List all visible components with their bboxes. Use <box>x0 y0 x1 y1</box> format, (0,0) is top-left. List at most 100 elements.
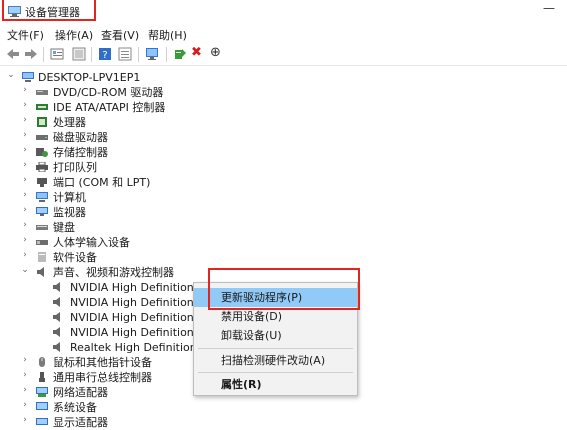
menu-file[interactable]: 文件(F) <box>7 27 44 43</box>
software-device-icon <box>38 252 46 262</box>
chevron-right-icon[interactable]: › <box>20 115 30 125</box>
chevron-right-icon[interactable]: › <box>20 160 30 170</box>
monitor-icon[interactable] <box>145 47 159 61</box>
tree-item-label: 处理器 <box>53 116 86 129</box>
tree-child-nvidia-audio-2[interactable]: NVIDIA High Definition Au <box>0 295 212 310</box>
menu-help[interactable]: 帮助(H) <box>148 27 187 43</box>
chevron-down-icon[interactable]: ⌄ <box>20 265 30 275</box>
view-icon[interactable] <box>118 47 132 61</box>
context-scan-hardware[interactable]: 扫描检测硬件改动(A) <box>194 351 357 370</box>
tree-root[interactable]: ⌄ DESKTOP-LPV1EP1 <box>0 70 300 85</box>
tree-item-software[interactable]: › 软件设备 <box>0 250 300 265</box>
menu-view[interactable]: 查看(V) <box>101 27 139 43</box>
tree-item-disk[interactable]: › 磁盘驱动器 <box>0 130 300 145</box>
storage-controller-icon <box>36 148 48 157</box>
tree-item-label: IDE ATA/ATAPI 控制器 <box>53 101 166 114</box>
chevron-right-icon[interactable]: › <box>20 145 30 155</box>
tree-item-ide[interactable]: › IDE ATA/ATAPI 控制器 <box>0 100 300 115</box>
disk-drive-icon <box>36 135 48 140</box>
tree-item-computer[interactable]: › 计算机 <box>0 190 300 205</box>
update-driver-icon[interactable] <box>173 47 187 61</box>
back-icon[interactable] <box>6 47 20 61</box>
chevron-right-icon[interactable]: › <box>20 355 30 365</box>
forward-icon[interactable] <box>24 47 38 61</box>
speaker-icon <box>53 297 60 307</box>
tree-child-nvidia-audio-1[interactable]: NVIDIA High Definition Au <box>0 280 212 295</box>
chevron-right-icon[interactable]: › <box>20 220 30 230</box>
speaker-icon <box>53 282 60 292</box>
toolbar-separator <box>166 47 167 62</box>
tree-item-label: 监视器 <box>53 206 86 219</box>
printer-icon <box>36 162 48 172</box>
tree-item-port[interactable]: › 端口 (COM 和 LPT) <box>0 175 300 190</box>
context-item-label: 属性(R) <box>221 378 262 391</box>
port-icon <box>37 178 47 187</box>
chevron-right-icon[interactable]: › <box>20 130 30 140</box>
tree-item-label: 鼠标和其他指针设备 <box>53 356 152 369</box>
tree-item-storage[interactable]: › 存储控制器 <box>0 145 300 160</box>
chevron-right-icon[interactable]: › <box>20 415 30 425</box>
dvd-drive-icon <box>36 90 48 95</box>
keyboard-icon <box>36 225 48 230</box>
tree-child-label: NVIDIA High Definition Au <box>70 326 212 339</box>
tree-item-label: 网络适配器 <box>53 386 108 399</box>
speaker-icon <box>53 342 60 352</box>
tree-item-hid[interactable]: › 人体学输入设备 <box>0 235 300 250</box>
tree-item-label: 计算机 <box>53 191 86 204</box>
tree-child-nvidia-audio-4[interactable]: NVIDIA High Definition Au <box>0 325 212 340</box>
tree-item-label: 磁盘驱动器 <box>53 131 108 144</box>
tree-child-nvidia-audio-3[interactable]: NVIDIA High Definition Au <box>0 310 212 325</box>
menu-action[interactable]: 操作(A) <box>55 27 93 43</box>
chevron-down-icon[interactable]: ⌄ <box>6 70 16 80</box>
computer-icon <box>22 72 34 82</box>
chevron-right-icon[interactable]: › <box>20 250 30 260</box>
chevron-right-icon[interactable]: › <box>20 100 30 110</box>
tree-child-realtek-audio[interactable]: Realtek High Definition Au <box>0 340 215 355</box>
tree-item-system[interactable]: › 系统设备 <box>0 400 300 415</box>
usb-icon <box>39 372 45 382</box>
tree-child-label: NVIDIA High Definition Au <box>70 311 212 324</box>
context-properties[interactable]: 属性(R) <box>194 375 357 394</box>
tree-item-keyboard[interactable]: › 键盘 <box>0 220 300 235</box>
tree-item-label: 人体学输入设备 <box>53 236 130 249</box>
processor-icon <box>37 117 47 127</box>
tree-item-label: 软件设备 <box>53 251 97 264</box>
chevron-right-icon[interactable]: › <box>20 85 30 95</box>
toolbar: ? ✖ ⊕ <box>0 43 567 66</box>
tree-item-label: 键盘 <box>53 221 75 234</box>
properties-icon[interactable] <box>50 47 64 61</box>
tree-item-monitor[interactable]: › 监视器 <box>0 205 300 220</box>
chevron-right-icon[interactable]: › <box>20 190 30 200</box>
minimize-button[interactable]: — <box>543 1 555 15</box>
context-item-label: 卸载设备(U) <box>221 329 282 342</box>
audio-icon <box>37 267 44 277</box>
tree-item-dvd[interactable]: › DVD/CD-ROM 驱动器 <box>0 85 300 100</box>
ide-controller-icon <box>36 104 48 110</box>
scan-icon[interactable]: ⊕ <box>210 46 224 60</box>
tree-item-label: 通用串行总线控制器 <box>53 371 152 384</box>
toolbar-separator <box>91 47 92 62</box>
tree-item-processor[interactable]: › 处理器 <box>0 115 300 130</box>
tree-item-label: 系统设备 <box>53 401 97 414</box>
monitor-icon <box>36 207 48 216</box>
tree-item-label: 存储控制器 <box>53 146 108 159</box>
system-device-icon <box>36 402 48 410</box>
svg-text:?: ? <box>102 50 107 61</box>
chevron-right-icon[interactable]: › <box>20 385 30 395</box>
tree-item-printer[interactable]: › 打印队列 <box>0 160 300 175</box>
tree-item-label: 打印队列 <box>53 161 97 174</box>
chevron-right-icon[interactable]: › <box>20 205 30 215</box>
tree-item-display[interactable]: › 显示适配器 <box>0 415 300 430</box>
chevron-right-icon[interactable]: › <box>20 370 30 380</box>
chevron-right-icon[interactable]: › <box>20 175 30 185</box>
context-highlight-box <box>208 268 360 310</box>
hid-icon <box>36 240 48 245</box>
tree-item-label: 显示适配器 <box>53 416 108 429</box>
uninstall-icon[interactable]: ✖ <box>191 46 205 60</box>
chevron-right-icon[interactable]: › <box>20 400 30 410</box>
chevron-right-icon[interactable]: › <box>20 235 30 245</box>
context-uninstall-device[interactable]: 卸载设备(U) <box>194 326 357 345</box>
tree-item-label: DVD/CD-ROM 驱动器 <box>53 86 164 99</box>
show-hidden-icon[interactable] <box>72 47 86 61</box>
help-icon[interactable]: ? <box>98 47 112 61</box>
